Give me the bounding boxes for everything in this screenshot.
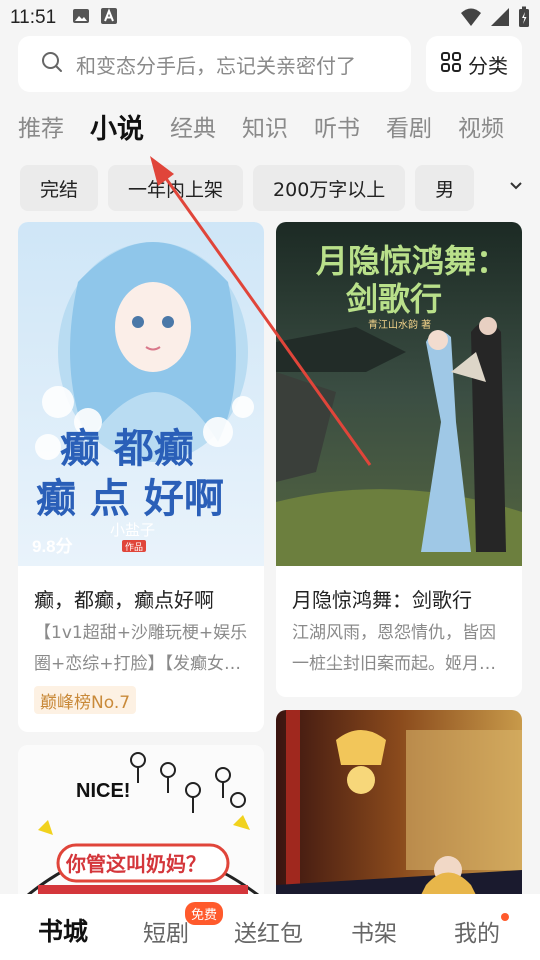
tab-classic[interactable]: 经典 bbox=[170, 109, 216, 143]
notification-a-icon bbox=[100, 7, 118, 29]
nav-me[interactable]: 我的 bbox=[454, 914, 500, 948]
battery-icon bbox=[518, 6, 530, 32]
cover-title: 你管这叫奶妈？ bbox=[65, 852, 206, 876]
status-bar: 11:51 bbox=[0, 0, 540, 36]
tab-audiobook[interactable]: 听书 bbox=[314, 109, 360, 143]
status-time: 11:51 bbox=[10, 7, 57, 28]
signal-icon bbox=[490, 7, 510, 31]
tab-knowledge[interactable]: 知识 bbox=[242, 109, 288, 143]
cover-title-line2: 剑歌行 bbox=[346, 280, 442, 318]
book-card[interactable]: 癫 都癫 癫 点 好啊 小盐子 作品 9.8分 癫，都癫，癫点好啊 【1v1超甜… bbox=[18, 222, 264, 732]
filter-2m-words[interactable]: 200万字以上 bbox=[253, 165, 406, 211]
book-card[interactable] bbox=[276, 710, 522, 905]
book-cover: 癫 都癫 癫 点 好啊 小盐子 作品 bbox=[18, 222, 264, 566]
nav-bookstore[interactable]: 书城 bbox=[38, 912, 88, 948]
cover-nice-text: NICE! bbox=[76, 780, 130, 802]
book-cover bbox=[276, 710, 522, 905]
grid-icon bbox=[440, 51, 462, 78]
cover-title-line1: 癫 都癫 bbox=[60, 426, 194, 472]
cover-author: 小盐子 bbox=[110, 521, 155, 539]
filter-within-year[interactable]: 一年内上架 bbox=[108, 165, 244, 211]
chevron-down-icon[interactable] bbox=[506, 176, 526, 196]
nav-red-packet[interactable]: 送红包 bbox=[234, 914, 303, 948]
search-placeholder: 和变态分手后，忘记关亲密付了 bbox=[76, 53, 356, 78]
tab-drama[interactable]: 看剧 bbox=[386, 109, 432, 143]
book-card[interactable]: 月隐惊鸿舞： 剑歌行 青江山水韵 著 月隐惊鸿舞：剑歌行 江湖风雨，恩怨情仇，皆… bbox=[276, 222, 522, 697]
category-label: 分类 bbox=[468, 53, 508, 78]
bottom-nav: 书城 短剧 免费 送红包 书架 我的 bbox=[0, 894, 540, 960]
filter-completed[interactable]: 完结 bbox=[20, 165, 99, 211]
wifi-icon bbox=[460, 7, 482, 31]
tab-video[interactable]: 视频 bbox=[458, 109, 504, 143]
category-button[interactable]: 分类 bbox=[426, 36, 522, 92]
tab-recommend[interactable]: 推荐 bbox=[18, 109, 64, 143]
tab-bar: 推荐 小说 经典 知识 听书 看剧 视频 bbox=[18, 100, 528, 152]
cover-title-line2: 癫 点 好啊 bbox=[36, 476, 224, 522]
filter-chips: 完结 一年内上架 200万字以上 男 bbox=[20, 165, 500, 211]
cover-title-line1: 月隐惊鸿舞： bbox=[316, 242, 508, 280]
search-input[interactable]: 和变态分手后，忘记关亲密付了 bbox=[18, 36, 411, 92]
book-description: 【1v1超甜+沙雕玩梗+娱乐圈+恋综+打脸】【发癫女… bbox=[34, 623, 248, 674]
rank-badge: 巅峰榜No.7 bbox=[34, 686, 137, 714]
tab-novel[interactable]: 小说 bbox=[90, 107, 144, 146]
book-description: 江湖风雨，恩怨情仇，皆因一桩尘封旧案而起。姬月… bbox=[292, 623, 496, 674]
search-icon bbox=[40, 50, 64, 78]
image-icon bbox=[72, 7, 90, 29]
nav-short-drama[interactable]: 短剧 bbox=[143, 914, 189, 948]
cover-author: 青江山水韵 著 bbox=[368, 318, 431, 331]
cover-tag: 作品 bbox=[125, 541, 143, 553]
filter-male[interactable]: 男 bbox=[415, 165, 475, 211]
book-card[interactable]: NICE! 你管这叫奶妈？ bbox=[18, 745, 264, 905]
book-cover: 月隐惊鸿舞： 剑歌行 青江山水韵 著 bbox=[276, 222, 522, 566]
free-badge: 免费 bbox=[185, 902, 224, 925]
nav-bookshelf[interactable]: 书架 bbox=[351, 914, 397, 948]
book-cover: NICE! 你管这叫奶妈？ bbox=[18, 745, 264, 905]
notification-dot bbox=[501, 913, 509, 921]
book-title: 月隐惊鸿舞：剑歌行 bbox=[292, 588, 472, 612]
book-title: 癫，都癫，癫点好啊 bbox=[34, 588, 214, 612]
rating: 9.8分 bbox=[32, 537, 73, 556]
